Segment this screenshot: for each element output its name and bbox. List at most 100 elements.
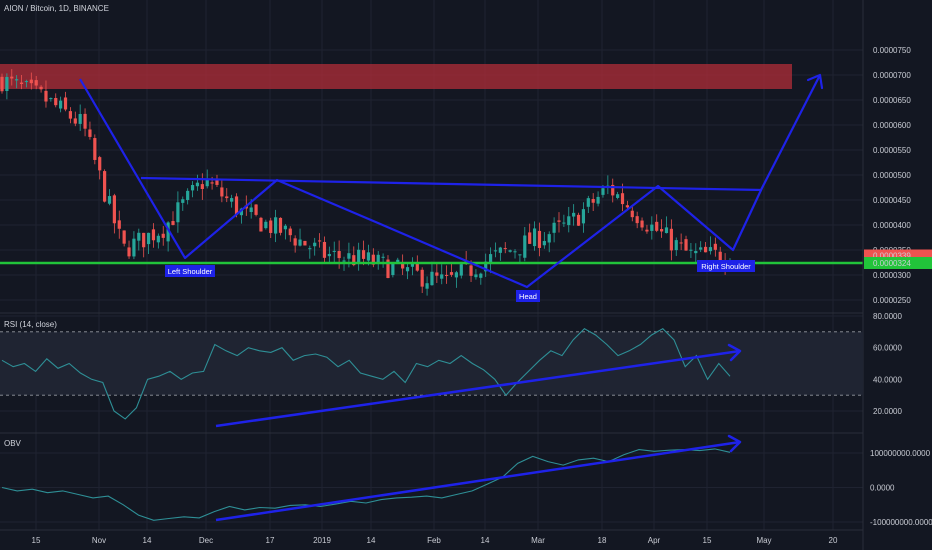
date-tick-1[interactable]: Nov: [92, 536, 106, 545]
candle-body-109: [532, 228, 537, 247]
candle-body-141: [689, 249, 693, 251]
candle-body-56: [274, 217, 278, 234]
candle-body-54: [264, 221, 268, 229]
date-tick-10[interactable]: 18: [598, 536, 607, 545]
candle-body-7: [34, 80, 38, 86]
obv-tick-1[interactable]: 0.0000: [870, 484, 895, 493]
price-tick-8[interactable]: 0.0000400: [873, 221, 911, 230]
candle-body-26: [127, 247, 131, 257]
candle-body-131: [640, 220, 644, 228]
date-tick-6[interactable]: 14: [367, 536, 376, 545]
candle-body-58: [283, 225, 287, 230]
candle-body-107: [523, 235, 527, 258]
candle-body-24: [117, 220, 121, 229]
candle-body-118: [576, 214, 581, 226]
rsi-tick-2[interactable]: 40.0000: [873, 375, 902, 384]
price-tick-3[interactable]: 0.0000650: [873, 96, 911, 105]
candle-body-130: [635, 216, 639, 224]
candle-body-45: [220, 187, 224, 197]
candle-body-77: [376, 254, 380, 263]
rsi-tick-0[interactable]: 80.0000: [873, 312, 902, 321]
candle-body-117: [572, 212, 576, 217]
price-tick-11[interactable]: 0.0000250: [873, 296, 911, 305]
candle-body-98: [479, 273, 483, 278]
head-text: Head: [519, 292, 537, 301]
candle-body-101: [493, 250, 498, 252]
candle-body-83: [405, 267, 410, 272]
candle-body-104: [508, 250, 512, 252]
price-tick-10[interactable]: 0.0000300: [873, 271, 911, 280]
obv-tick-2[interactable]: -100000000.0000: [870, 518, 932, 527]
candle-body-96: [469, 265, 473, 276]
candle-body-38: [186, 190, 190, 200]
date-tick-13[interactable]: May: [756, 536, 771, 545]
candle-body-73: [357, 249, 361, 263]
candle-body-60: [293, 238, 297, 246]
candle-body-126: [616, 194, 620, 198]
candle-body-51: [249, 207, 253, 213]
candle-body-89: [435, 272, 439, 276]
rsi-tick-1[interactable]: 60.0000: [873, 344, 902, 353]
candle-body-92: [449, 272, 454, 275]
candle-body-42: [205, 179, 209, 187]
candle-body-40: [195, 182, 200, 187]
candle-body-143: [699, 247, 703, 250]
date-tick-14[interactable]: 20: [829, 536, 838, 545]
candle-body-93: [454, 272, 458, 278]
date-tick-3[interactable]: Dec: [199, 536, 213, 545]
candle-body-86: [420, 269, 424, 287]
candle-body-3: [15, 79, 19, 81]
date-tick-4[interactable]: 17: [266, 536, 275, 545]
price-tick-5[interactable]: 0.0000550: [873, 146, 911, 155]
price-tick-2[interactable]: 0.0000700: [873, 71, 911, 80]
price-tick-1[interactable]: 0.0000750: [873, 46, 911, 55]
candle-body-119: [581, 209, 586, 224]
support-price-value: 0.0000324: [873, 259, 911, 268]
candle-body-80: [391, 263, 395, 276]
candle-body-115: [562, 222, 566, 224]
date-tick-9[interactable]: Mar: [531, 536, 545, 545]
candle-body-116: [567, 216, 571, 226]
candle-body-53: [259, 217, 263, 232]
date-tick-0[interactable]: 15: [32, 536, 41, 545]
date-tick-7[interactable]: Feb: [427, 536, 441, 545]
candle-body-36: [176, 202, 180, 223]
candle-body-63: [308, 248, 312, 250]
candle-body-135: [659, 229, 664, 232]
date-tick-12[interactable]: 15: [703, 536, 712, 545]
candle-body-129: [630, 210, 634, 218]
candle-body-75: [366, 252, 371, 261]
rsi-tick-3[interactable]: 20.0000: [873, 407, 902, 416]
candle-body-64: [313, 242, 317, 247]
candle-body-52: [254, 204, 258, 215]
date-tick-8[interactable]: 14: [481, 536, 490, 545]
obv-tick-0[interactable]: 100000000.0000: [870, 449, 931, 458]
candle-body-13: [63, 97, 68, 110]
candle-body-127: [620, 193, 625, 205]
price-tick-4[interactable]: 0.0000600: [873, 121, 911, 130]
candle-body-110: [537, 230, 542, 248]
left-shoulder-label: Left Shoulder: [165, 265, 215, 277]
candle-body-14: [68, 111, 73, 119]
candle-body-48: [234, 196, 239, 215]
candle-body-133: [650, 224, 654, 231]
candle-body-2: [10, 76, 14, 79]
date-tick-2[interactable]: 14: [143, 536, 152, 545]
rsi-band: [0, 331, 863, 396]
candle-body-112: [547, 234, 551, 243]
candle-body-11: [54, 97, 58, 106]
price-tick-6[interactable]: 0.0000500: [873, 171, 911, 180]
candle-body-78: [381, 256, 385, 258]
candle-body-28: [137, 232, 141, 241]
date-tick-5[interactable]: 2019: [313, 536, 331, 545]
candle-body-106: [518, 254, 522, 256]
candle-body-111: [542, 240, 546, 246]
candle-body-102: [498, 247, 502, 253]
candle-body-67: [327, 253, 331, 257]
candle-body-136: [664, 227, 669, 234]
candle-body-12: [59, 100, 63, 109]
candle-body-88: [430, 271, 434, 286]
candle-body-43: [210, 182, 214, 184]
date-tick-11[interactable]: Apr: [648, 536, 661, 545]
price-tick-7[interactable]: 0.0000450: [873, 196, 911, 205]
